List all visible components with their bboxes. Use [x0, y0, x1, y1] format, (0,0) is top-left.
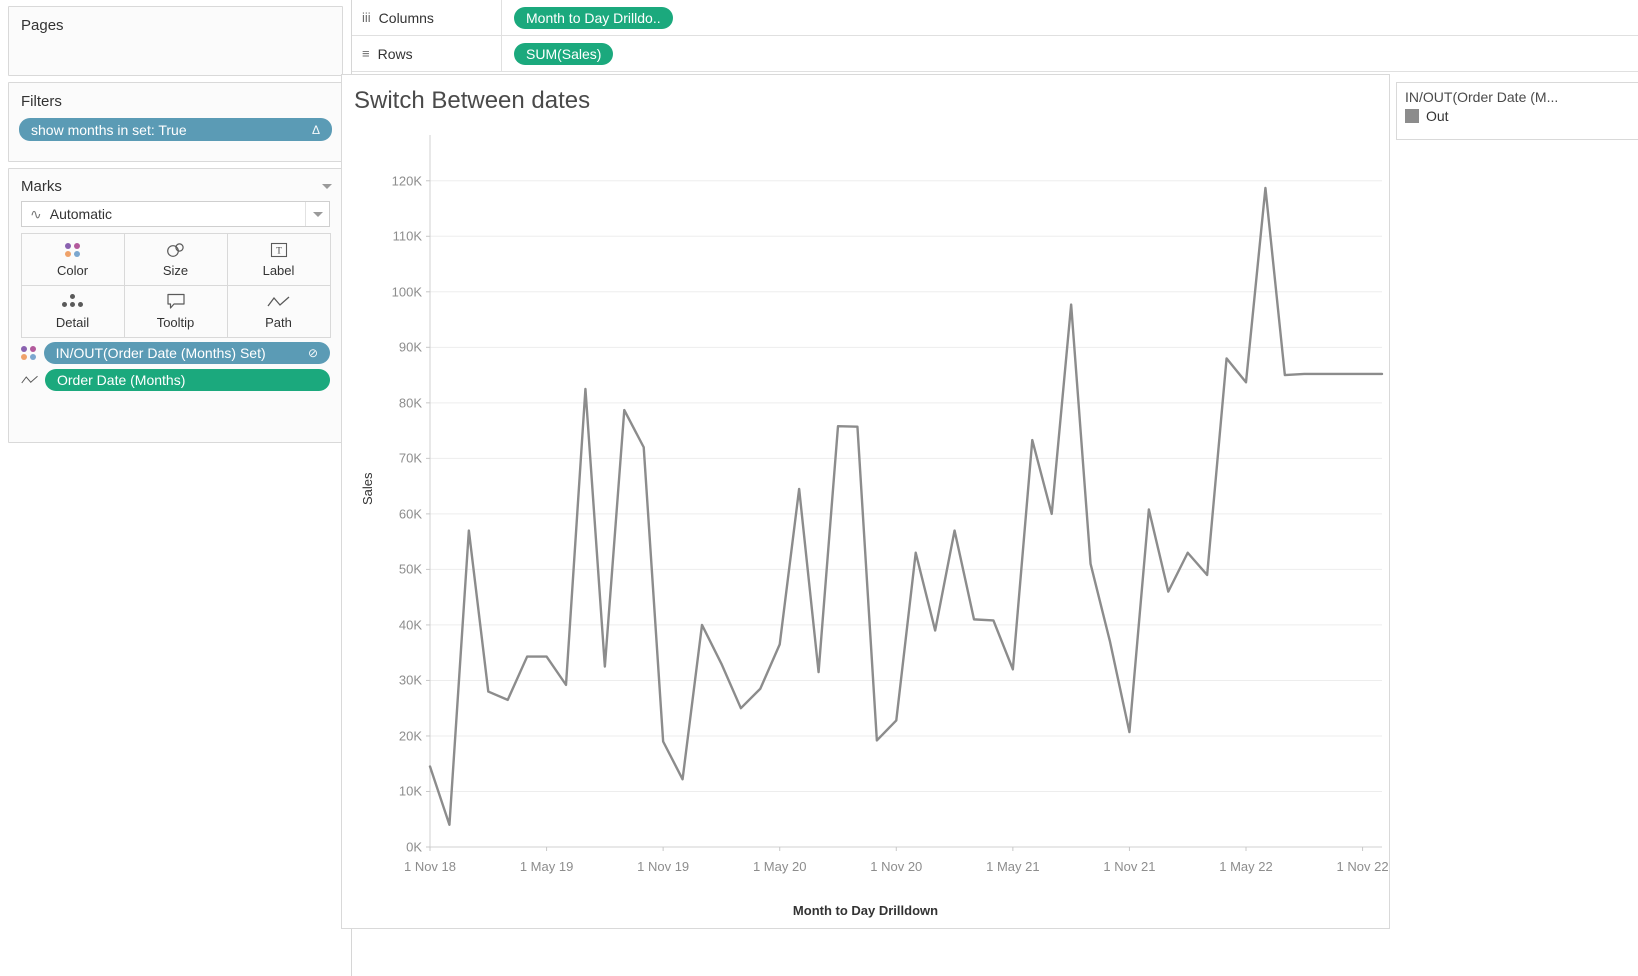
y-axis-tick-label: 60K	[366, 506, 422, 521]
x-axis-tick-label: 1 Nov 20	[870, 859, 922, 874]
columns-shelf-label: iii Columns	[352, 0, 502, 35]
columns-shelf[interactable]: iii Columns Month to Day Drilldo..	[352, 0, 1638, 36]
y-axis-tick-label: 70K	[366, 451, 422, 466]
columns-shelf-drop[interactable]: Month to Day Drilldo..	[502, 7, 673, 29]
color-dots-icon	[21, 346, 38, 360]
no-show-icon: ⊘	[308, 347, 318, 359]
filter-pill-show-months-in-set[interactable]: show months in set: True Δ	[19, 118, 332, 141]
tableau-worksheet: Pages Filters show months in set: True Δ…	[0, 0, 1638, 976]
size-circles-icon	[165, 241, 187, 259]
columns-label-text: Columns	[379, 10, 434, 26]
y-axis-tick-label: 50K	[366, 562, 422, 577]
columns-pill-month-to-day-drilldown[interactable]: Month to Day Drilldo..	[514, 7, 673, 29]
x-axis-tick-label: 1 Nov 19	[637, 859, 689, 874]
legend-item-out[interactable]: Out	[1397, 107, 1638, 125]
x-axis-tick-label: 1 Nov 22	[1337, 859, 1389, 874]
mark-type-caret[interactable]	[305, 202, 329, 226]
rows-shelf[interactable]: ≡ Rows SUM(Sales)	[352, 36, 1638, 72]
marks-button-size-label: Size	[163, 263, 188, 278]
marks-title: Marks	[21, 178, 62, 195]
x-axis-tick-label: 1 May 20	[753, 859, 806, 874]
marks-card: Marks ∿ Automatic	[8, 168, 343, 443]
y-axis-tick-label: 90K	[366, 340, 422, 355]
y-axis-tick-label: 40K	[366, 617, 422, 632]
svg-text:T: T	[276, 245, 282, 255]
x-axis-title: Month to Day Drilldown	[342, 903, 1389, 918]
y-axis-tick-label: 110K	[366, 229, 422, 244]
marks-button-path[interactable]: Path	[227, 285, 331, 338]
marks-pill-row-color: IN/OUT(Order Date (Months) Set) ⊘	[21, 342, 330, 364]
marks-pill-label: Order Date (Months)	[57, 373, 185, 387]
chevron-down-icon[interactable]	[322, 184, 332, 189]
y-axis-tick-label: 10K	[366, 784, 422, 799]
marks-button-label-label: Label	[263, 263, 295, 278]
chart-plot-area[interactable]: 0K 10K 20K 30K 40K 50K 60K 70K 80K 90K 100K 110K 120…	[342, 75, 1389, 928]
path-line-icon	[21, 374, 39, 386]
left-shelf-panel: Pages Filters show months in set: True Δ…	[0, 0, 352, 976]
chart-line-out[interactable]	[430, 188, 1382, 825]
x-axis-tick-label: 1 Nov 18	[404, 859, 456, 874]
marks-pill-label: IN/OUT(Order Date (Months) Set)	[56, 346, 266, 360]
marks-button-size[interactable]: Size	[124, 233, 228, 286]
path-line-icon: ∿	[30, 206, 42, 223]
y-axis-tick-label: 100K	[366, 284, 422, 299]
marks-button-color[interactable]: Color	[21, 233, 125, 286]
shelf-area: iii Columns Month to Day Drilldo.. ≡ Row…	[352, 0, 1638, 74]
marks-button-color-label: Color	[57, 263, 88, 278]
y-axis-tick-label: 80K	[366, 395, 422, 410]
detail-dots-icon	[60, 293, 86, 311]
pages-card: Pages	[8, 6, 343, 76]
y-axis-tick-label: 120K	[366, 173, 422, 188]
filter-pill-label: show months in set: True	[31, 123, 187, 137]
marks-button-detail-label: Detail	[56, 315, 89, 330]
marks-button-detail[interactable]: Detail	[21, 285, 125, 338]
x-axis-tick-label: 1 May 21	[986, 859, 1039, 874]
columns-icon: iii	[362, 10, 371, 25]
filters-card: Filters show months in set: True Δ	[8, 82, 343, 162]
x-axis-tick-label: 1 May 19	[520, 859, 573, 874]
filter-context-delta-icon: Δ	[312, 124, 320, 136]
rows-icon: ≡	[362, 46, 370, 61]
filters-title: Filters	[9, 83, 342, 114]
path-line-icon	[267, 293, 291, 311]
marks-pill-order-date-months[interactable]: Order Date (Months)	[45, 369, 330, 391]
marks-button-tooltip[interactable]: Tooltip	[124, 285, 228, 338]
legend-item-label: Out	[1426, 108, 1449, 124]
marks-buttons-grid: Color Size T	[21, 233, 330, 337]
legend-swatch	[1405, 109, 1419, 123]
pages-title: Pages	[9, 7, 342, 38]
marks-button-label[interactable]: T Label	[227, 233, 331, 286]
marks-header: Marks	[9, 169, 342, 197]
tooltip-bubble-icon	[166, 293, 186, 311]
x-axis-tick-label: 1 Nov 21	[1103, 859, 1155, 874]
color-legend: IN/OUT(Order Date (M... Out	[1396, 82, 1638, 140]
marks-button-tooltip-label: Tooltip	[157, 315, 195, 330]
color-dots-icon	[65, 241, 81, 259]
y-axis-title: Sales	[360, 472, 375, 505]
marks-button-path-label: Path	[265, 315, 292, 330]
rows-shelf-label: ≡ Rows	[352, 36, 502, 71]
x-axis-tick-label: 1 May 22	[1219, 859, 1272, 874]
worksheet-view: Switch Between dates 0K10K20K30K40K50K60…	[341, 74, 1390, 929]
legend-title: IN/OUT(Order Date (M...	[1397, 83, 1638, 107]
marks-pill-row-path: Order Date (Months)	[21, 369, 330, 391]
chart-svg	[342, 75, 1391, 930]
y-axis-tick-label: 0K	[366, 840, 422, 855]
y-axis-tick-label: 30K	[366, 673, 422, 688]
rows-label-text: Rows	[378, 46, 413, 62]
marks-pill-in-out-order-date-months-set[interactable]: IN/OUT(Order Date (Months) Set) ⊘	[44, 342, 330, 364]
rows-shelf-drop[interactable]: SUM(Sales)	[502, 43, 613, 65]
mark-type-dropdown[interactable]: ∿ Automatic	[21, 201, 330, 227]
rows-pill-sum-sales[interactable]: SUM(Sales)	[514, 43, 613, 65]
y-axis-tick-label: 20K	[366, 728, 422, 743]
mark-type-value: Automatic	[50, 206, 112, 222]
label-text-icon: T	[270, 241, 288, 259]
